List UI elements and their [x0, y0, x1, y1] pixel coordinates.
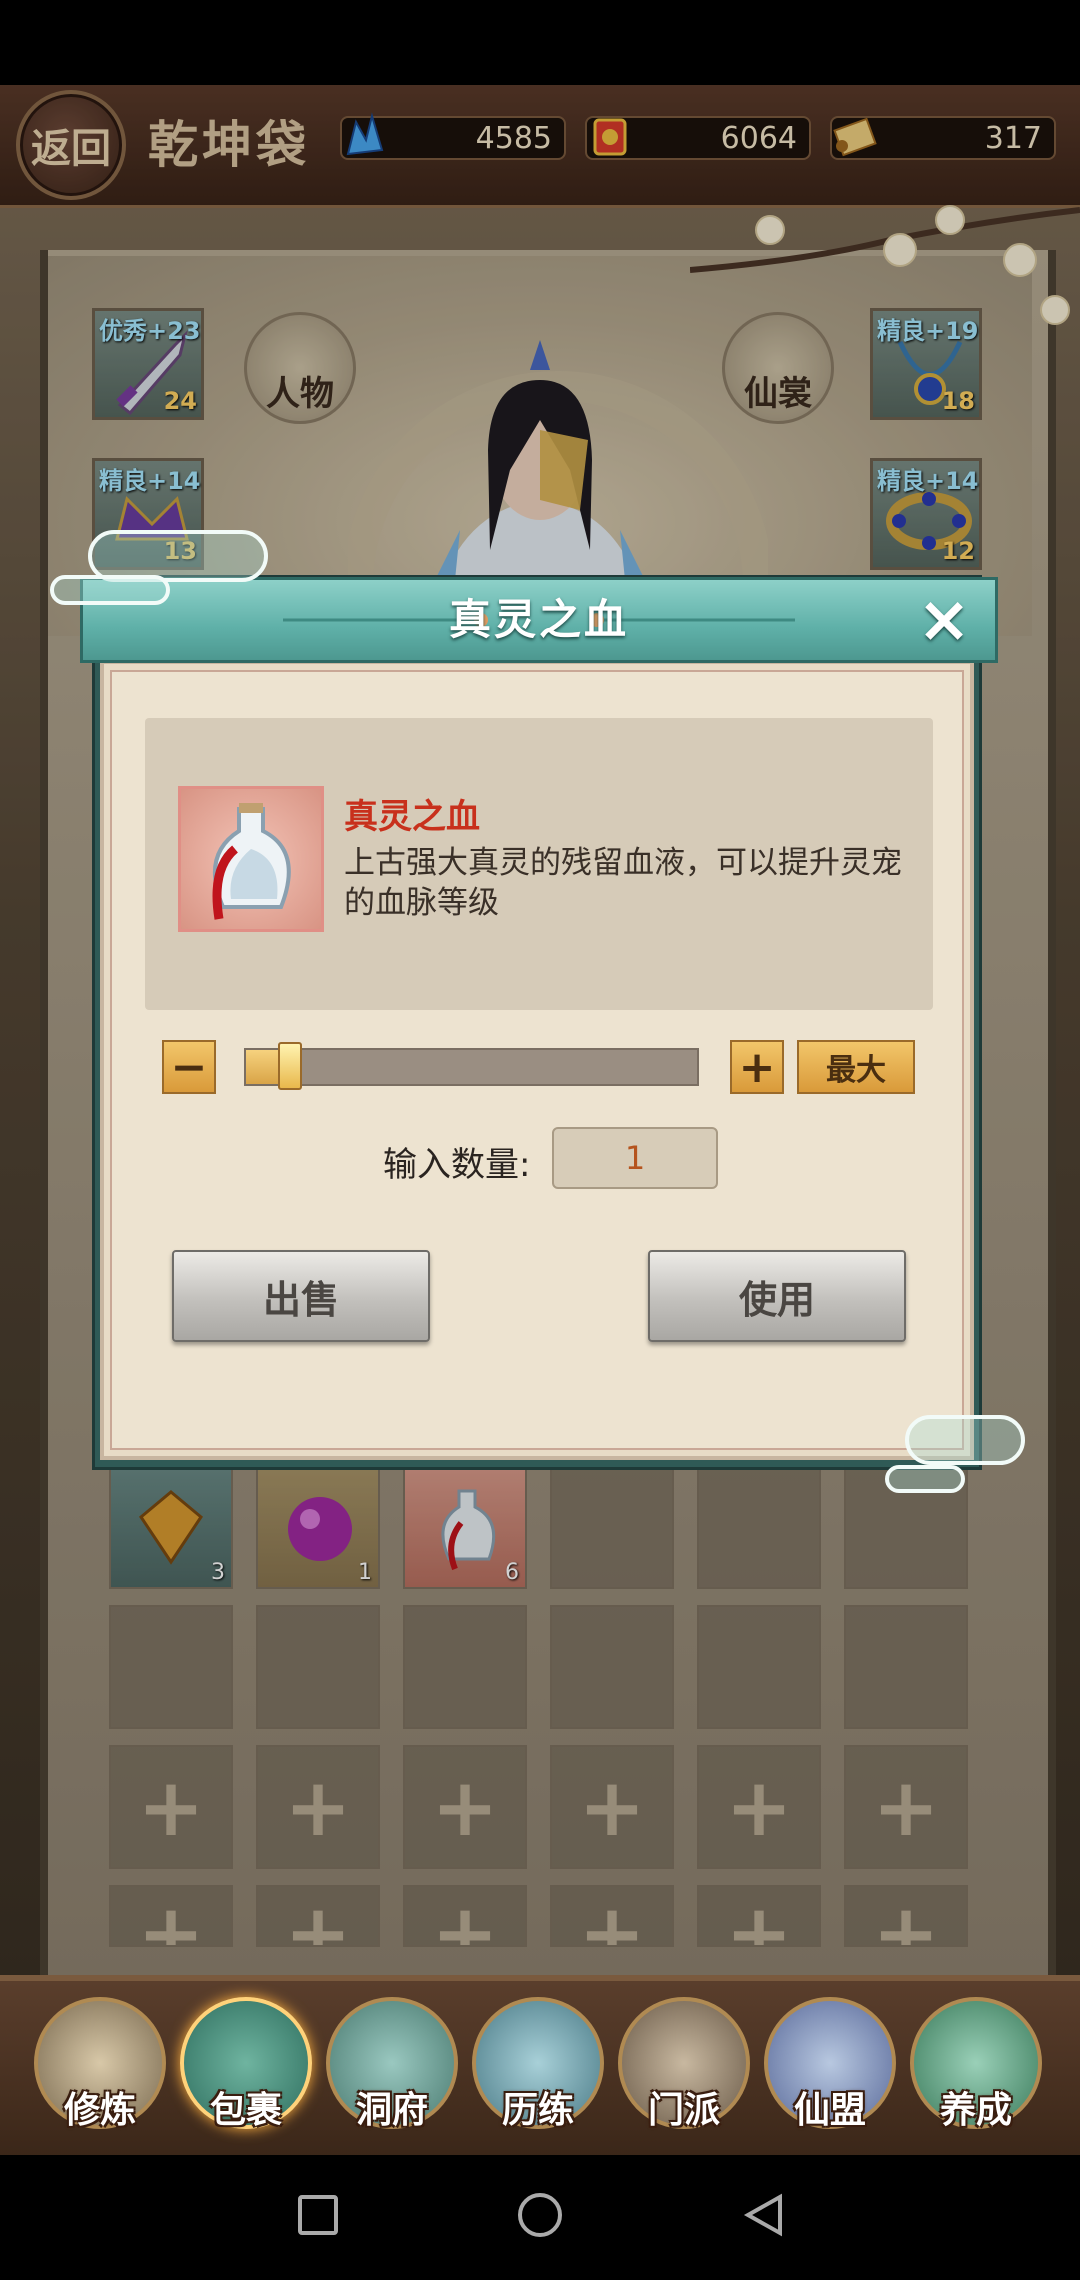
nav-cave[interactable]: 洞府	[326, 1997, 458, 2137]
max-button[interactable]: 最大	[797, 1040, 915, 1094]
nav-cultivate[interactable]: 修炼	[34, 1997, 166, 2137]
system-nav-bar	[0, 2155, 1080, 2280]
nav-label: 历练	[501, 2089, 574, 2131]
nav-sect[interactable]: 门派	[618, 1997, 750, 2137]
max-button-label: 最大	[826, 1053, 886, 1088]
recents-button[interactable]	[298, 2195, 338, 2235]
back-triangle-icon[interactable]	[742, 2193, 786, 2237]
blood-vial-icon	[212, 803, 291, 920]
nav-nurture[interactable]: 养成	[910, 1997, 1042, 2137]
quantity-slider-handle[interactable]	[278, 1042, 302, 1090]
cloud-decoration	[905, 1415, 1025, 1465]
nav-label: 仙盟	[793, 2089, 866, 2131]
sell-button[interactable]: 出售	[172, 1250, 430, 1342]
nav-alliance[interactable]: 仙盟	[764, 1997, 896, 2137]
decrease-button[interactable]: −	[162, 1040, 216, 1094]
cloud-decoration	[50, 575, 170, 605]
nav-label: 洞府	[355, 2089, 428, 2131]
increase-button[interactable]: +	[730, 1040, 784, 1094]
dialog-title: 真灵之血	[448, 595, 629, 644]
home-button[interactable]	[518, 2193, 562, 2237]
sell-button-label: 出售	[262, 1277, 339, 1322]
item-icon	[178, 786, 324, 932]
item-description: 上古强大真灵的残留血液，可以提升灵宠的血脉等级	[344, 845, 902, 921]
close-icon[interactable]: ×	[912, 588, 976, 652]
item-name: 真灵之血	[344, 797, 480, 837]
nav-label: 养成	[939, 2089, 1012, 2131]
nav-label: 包裹	[209, 2089, 282, 2131]
quantity-slider-track[interactable]	[244, 1048, 699, 1086]
use-button-label: 使用	[738, 1277, 815, 1322]
cloud-decoration	[885, 1465, 965, 1493]
nav-training[interactable]: 历练	[472, 1997, 604, 2137]
nav-bag[interactable]: 包裹	[180, 1997, 312, 2137]
use-button[interactable]: 使用	[648, 1250, 906, 1342]
quantity-input[interactable]: 1	[552, 1127, 718, 1189]
nav-label: 门派	[647, 2089, 720, 2131]
nav-label: 修炼	[63, 2089, 136, 2131]
quantity-label: 输入数量:	[383, 1145, 531, 1185]
